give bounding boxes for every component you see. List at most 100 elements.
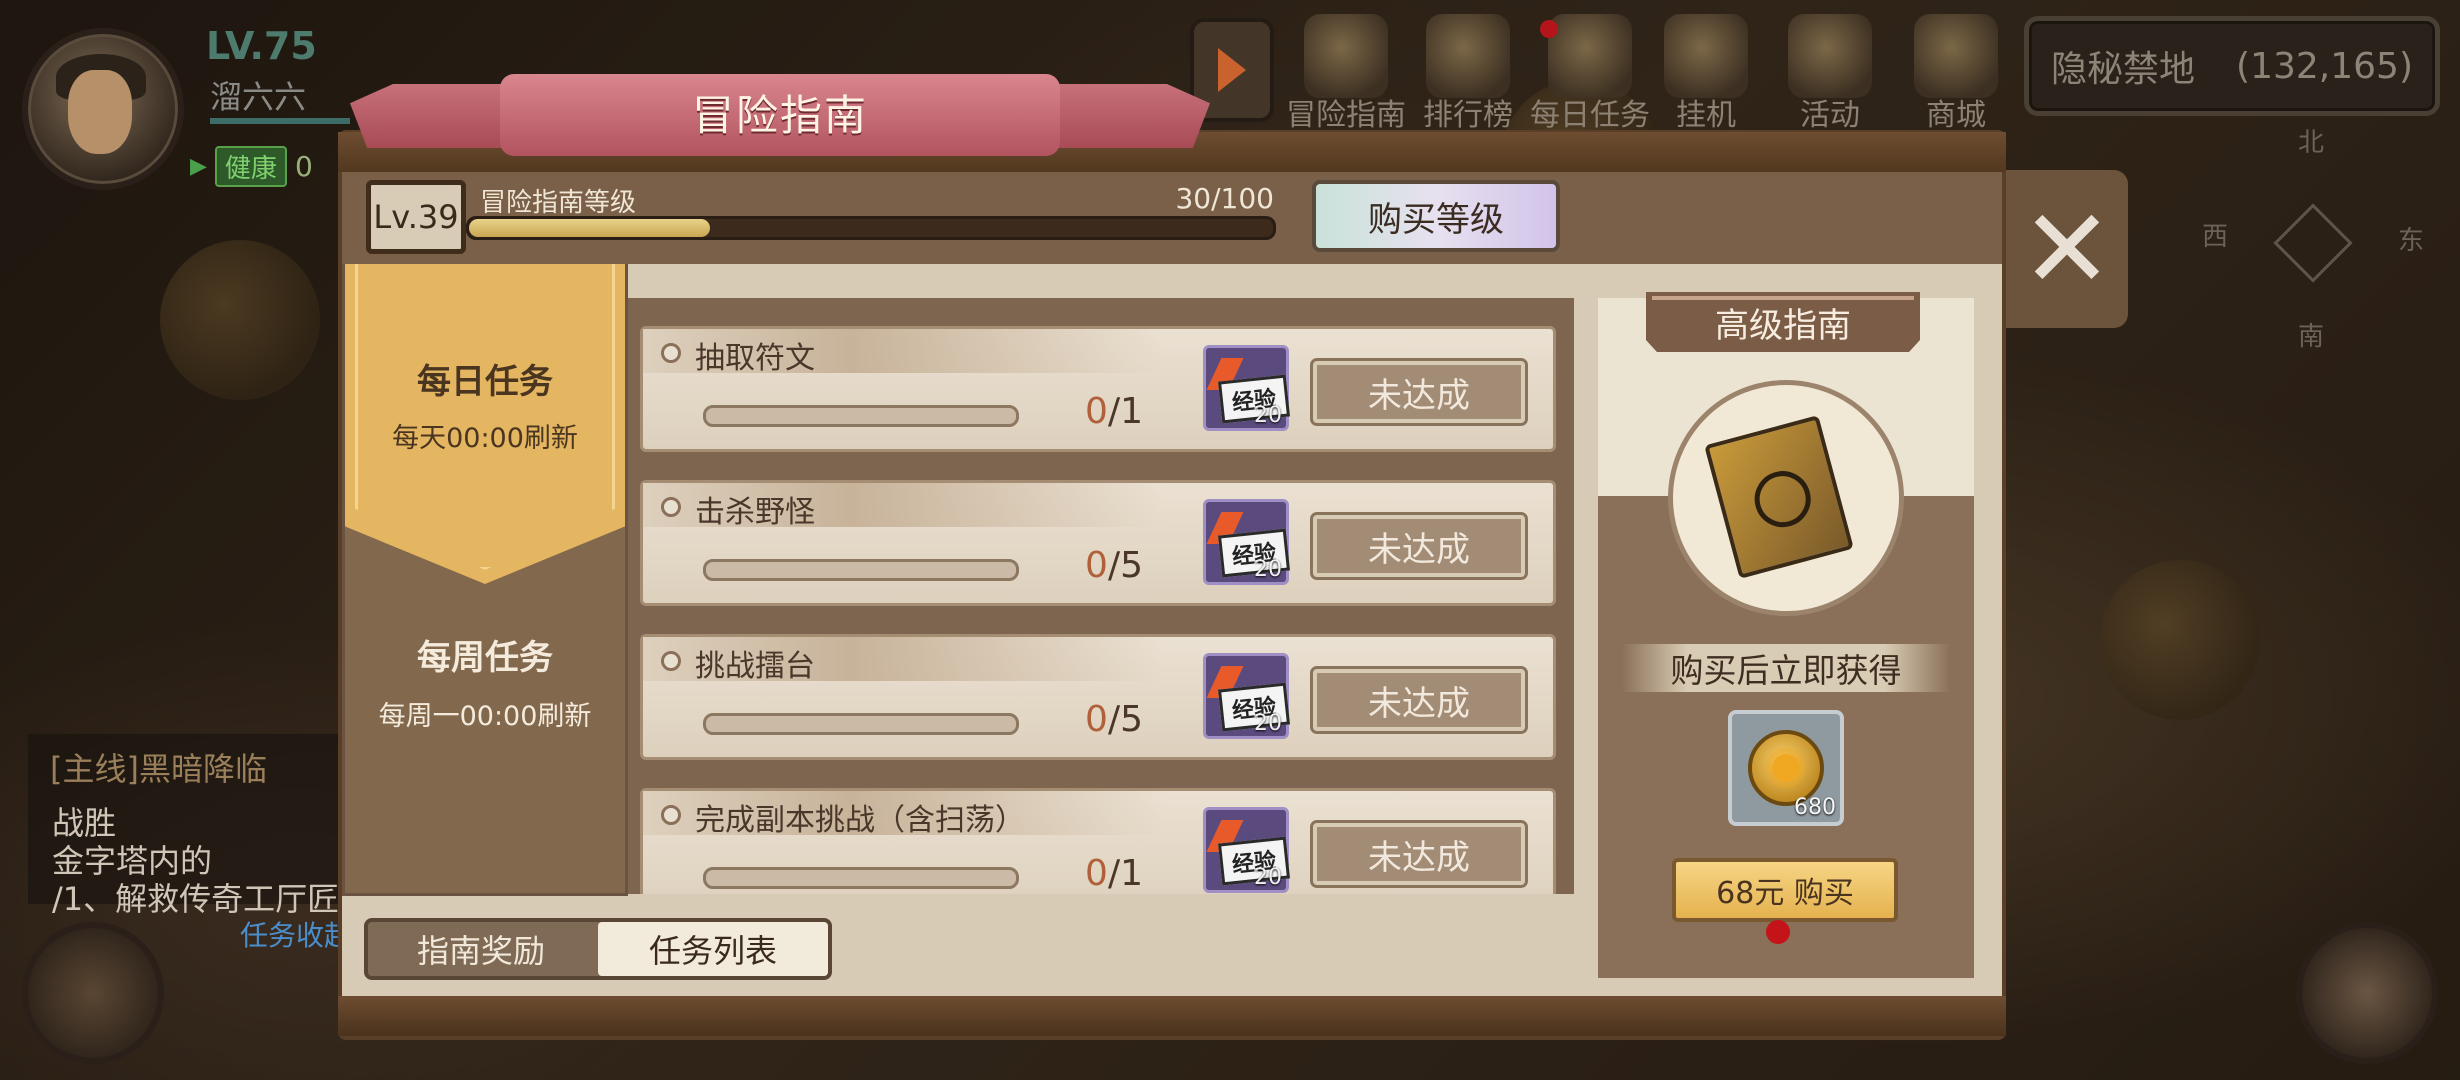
toolbar-adventure-guide[interactable]: 冒险指南 xyxy=(1286,14,1406,134)
tree-decoration xyxy=(160,240,320,400)
task-progress-text: 0/1 xyxy=(1023,853,1143,894)
toolbar-ranking[interactable]: 排行榜 xyxy=(1408,14,1528,134)
task-progress-bar xyxy=(703,713,1019,735)
task-name: 挑战擂台 xyxy=(695,649,815,684)
book-emblem xyxy=(1748,464,1817,534)
location-name: 隐秘禁地 xyxy=(2051,49,2196,90)
tree-decoration xyxy=(2100,560,2260,720)
reward-quantity: 20 xyxy=(1254,711,1282,736)
treasure-bag-icon xyxy=(1914,14,1998,98)
task-card: 击杀野怪 0/5 经验 20 未达成 xyxy=(640,480,1556,606)
crossed-swords-icon xyxy=(1664,14,1748,98)
task-progress-done: 0 xyxy=(1085,699,1108,740)
health-badge: 健康 xyxy=(214,146,287,187)
toolbar-events[interactable]: 活动 xyxy=(1770,14,1890,134)
tab-task-list[interactable]: 任务列表 xyxy=(598,922,828,976)
task-name: 击杀野怪 xyxy=(695,495,815,530)
buy-get-label: 购买后立即获得 xyxy=(1622,644,1950,692)
tab-weekly-tasks[interactable]: 每周任务 每周一00:00刷新 xyxy=(345,584,625,754)
compass-east: 东 xyxy=(2398,226,2425,256)
task-progress-bar xyxy=(703,559,1019,581)
task-status-button[interactable]: 未达成 xyxy=(1310,512,1528,580)
task-progress-text: 0/1 xyxy=(1023,391,1143,432)
compass-west: 西 xyxy=(2202,222,2229,252)
close-icon: ✕ xyxy=(2020,185,2114,313)
task-card: 挑战擂台 0/5 经验 20 未达成 xyxy=(640,634,1556,760)
reward-quantity: 20 xyxy=(1254,557,1282,582)
task-progress-done: 0 xyxy=(1085,391,1108,432)
task-progress-done: 0 xyxy=(1085,545,1108,586)
bullet-icon xyxy=(661,805,681,825)
task-progress-text: 0/5 xyxy=(1023,699,1143,740)
expand-arrow-icon: ▶ xyxy=(190,154,207,179)
task-status-button[interactable]: 未达成 xyxy=(1310,358,1528,426)
task-card: 完成副本挑战（含扫荡） 0/1 经验 20 未达成 xyxy=(640,788,1556,894)
calendar-icon xyxy=(1548,14,1632,98)
tab-guide-rewards[interactable]: 指南奖励 xyxy=(368,922,594,976)
bottom-tab-bar: 指南奖励 任务列表 xyxy=(364,918,832,980)
buy-premium-button[interactable]: 68元 购买 xyxy=(1672,858,1898,922)
task-card: 抽取符文 0/1 经验 20 未达成 xyxy=(640,326,1556,452)
task-status-button[interactable]: 未达成 xyxy=(1310,666,1528,734)
task-reward-exp[interactable]: 经验 20 xyxy=(1203,653,1291,739)
home-button[interactable] xyxy=(2296,922,2438,1064)
arrow-right-icon xyxy=(1218,48,1246,92)
task-progress-text: 0/5 xyxy=(1023,545,1143,586)
tab-weekly-subtitle: 每周一00:00刷新 xyxy=(378,701,592,732)
notification-dot xyxy=(1766,920,1790,944)
compass-south: 南 xyxy=(2298,322,2325,352)
close-button[interactable]: ✕ xyxy=(2006,170,2128,328)
bullet-icon xyxy=(661,343,681,363)
premium-guide-title: 高级指南 xyxy=(1646,292,1920,352)
task-list[interactable]: 抽取符文 0/1 经验 20 未达成 击杀野怪 0/5 经验 20 未达成 挑战… xyxy=(628,298,1574,894)
task-progress-done: 0 xyxy=(1085,853,1108,894)
task-name: 完成副本挑战（含扫荡） xyxy=(695,803,1025,838)
guide-level-label: 冒险指南等级 xyxy=(480,188,637,218)
tab-daily-tasks[interactable]: 每日任务 每天00:00刷新 xyxy=(345,264,625,584)
tab-weekly-title: 每周任务 xyxy=(417,638,553,678)
quest-collapse-button[interactable]: 任务收起 xyxy=(240,914,352,954)
quest-line-text: /1、解救传奇工厅匠 xyxy=(52,880,340,918)
guide-level-box: Lv.39 xyxy=(366,180,466,254)
compass-north: 北 xyxy=(2298,128,2325,158)
player-level: LV.75 xyxy=(206,24,317,68)
location-panel[interactable]: 隐秘禁地 (132,165) xyxy=(2024,16,2440,116)
premium-reward-item[interactable]: 680 xyxy=(1728,710,1844,826)
player-avatar[interactable] xyxy=(22,28,184,190)
task-progress-bar xyxy=(703,867,1019,889)
dialog-bottom-border xyxy=(338,996,2006,1036)
inventory-bag-button[interactable] xyxy=(22,922,164,1064)
task-status-button[interactable]: 未达成 xyxy=(1310,820,1528,888)
reward-quantity: 20 xyxy=(1254,403,1282,428)
toolbar-shop[interactable]: 商城 xyxy=(1896,14,2016,134)
reward-quantity: 20 xyxy=(1254,865,1282,890)
task-progress-total: /5 xyxy=(1107,699,1143,740)
scroll-icon xyxy=(1788,14,1872,98)
bullet-icon xyxy=(661,651,681,671)
bullet-icon xyxy=(661,497,681,517)
trophy-icon xyxy=(1426,14,1510,98)
tab-daily-subtitle: 每天00:00刷新 xyxy=(392,423,578,454)
task-name: 抽取符文 xyxy=(695,341,815,376)
task-reward-exp[interactable]: 经验 20 xyxy=(1203,807,1291,893)
guide-level-progress-fill xyxy=(469,219,711,237)
notification-dot xyxy=(1540,20,1558,38)
health-value: 0 xyxy=(294,150,313,183)
task-progress-total: /1 xyxy=(1107,391,1143,432)
quest-title: [主线]黑暗降临 xyxy=(50,750,267,788)
guide-level-progress-text: 30/100 xyxy=(1175,182,1274,215)
player-name: 溜六六 xyxy=(210,78,307,116)
compass-rose-icon xyxy=(2273,203,2353,283)
task-progress-bar xyxy=(703,405,1019,427)
health-status[interactable]: ▶ 健康 0 xyxy=(190,146,313,187)
task-reward-exp[interactable]: 经验 20 xyxy=(1203,499,1291,585)
avatar-face xyxy=(68,70,132,154)
tab-daily-title: 每日任务 xyxy=(417,362,553,402)
task-progress-total: /5 xyxy=(1107,545,1143,586)
task-reward-exp[interactable]: 经验 20 xyxy=(1203,345,1291,431)
buy-level-button[interactable]: 购买等级 xyxy=(1312,180,1560,252)
reward-quantity: 680 xyxy=(1794,795,1836,820)
guide-level-progress-bar xyxy=(466,216,1276,240)
compass: 北 西 东 南 xyxy=(2190,120,2430,360)
toolbar-idle[interactable]: 挂机 xyxy=(1646,14,1766,134)
